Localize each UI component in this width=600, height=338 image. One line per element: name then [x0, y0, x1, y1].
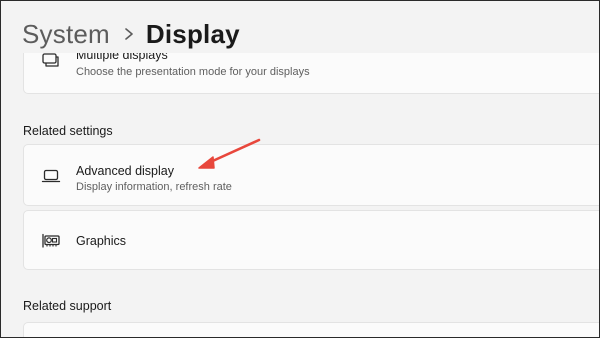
breadcrumb-overlay: System Display — [22, 16, 240, 52]
advanced-display-card[interactable]: Advanced display Display information, re… — [23, 144, 599, 206]
graphics-title: Graphics — [76, 234, 127, 248]
settings-window: System Display Multiple displays Choose … — [1, 1, 599, 337]
advanced-display-subtitle: Display information, refresh rate — [76, 181, 232, 193]
related-support-card[interactable] — [23, 322, 599, 337]
graphics-card[interactable]: Graphics — [23, 210, 599, 270]
laptop-icon — [40, 165, 62, 187]
page-title-label: Display — [145, 18, 240, 49]
multiple-displays-subtitle: Choose the presentation mode for your di… — [76, 66, 310, 78]
graphics-card-icon — [40, 230, 62, 252]
breadcrumb-system-label[interactable]: System — [22, 19, 110, 50]
related-settings-heading: Related settings — [23, 124, 113, 138]
breadcrumb-chevron-icon — [124, 27, 134, 41]
related-support-heading: Related support — [23, 299, 112, 313]
advanced-display-title: Advanced display — [76, 164, 174, 178]
